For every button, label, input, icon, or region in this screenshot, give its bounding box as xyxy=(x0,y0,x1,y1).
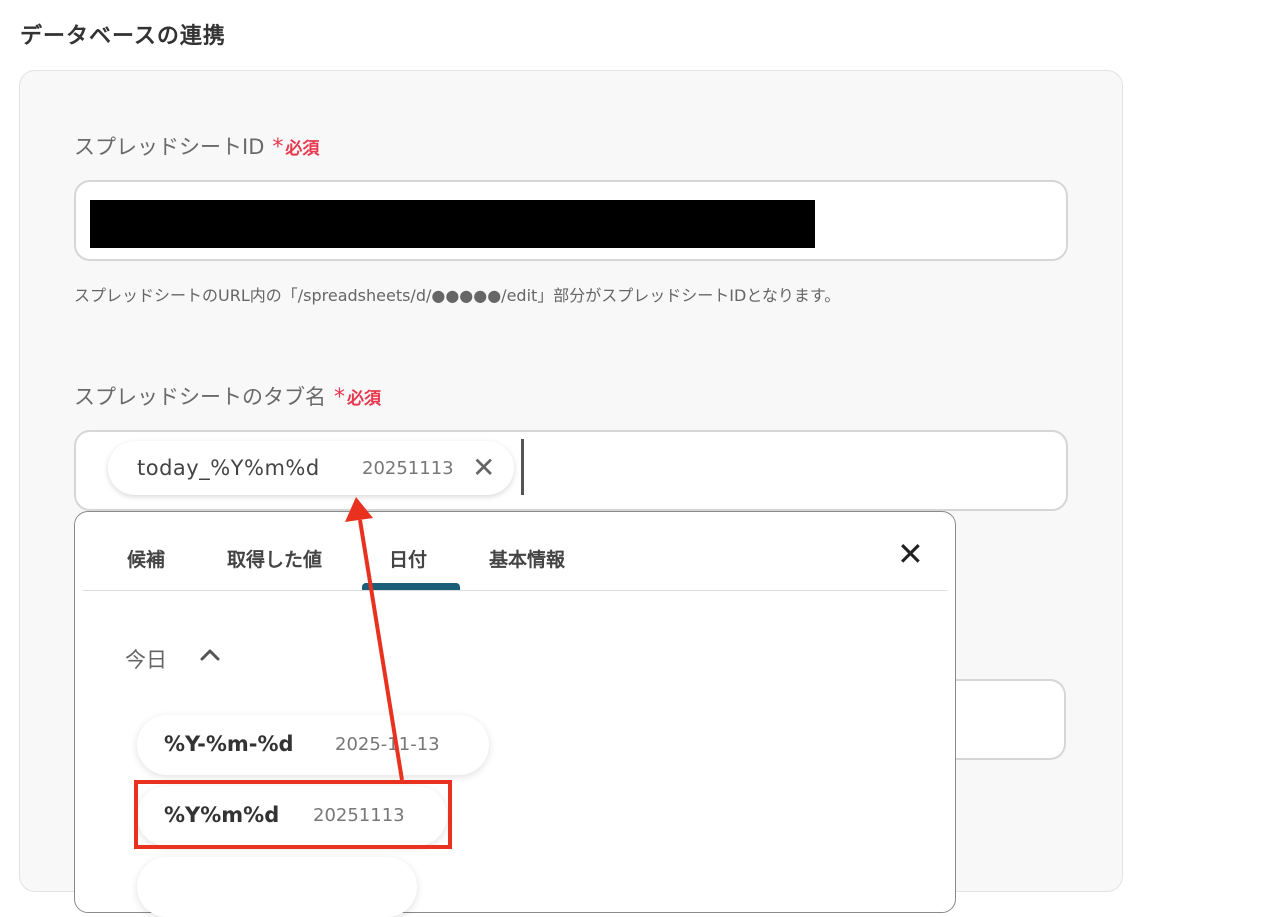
spreadsheet-id-label: スプレッドシートID * 必須 xyxy=(74,131,319,161)
tab-name-label: スプレッドシートのタブ名 * 必須 xyxy=(74,381,381,411)
value-picker-panel: 候補 取得した値 日付 基本情報 ✕ 今日 %Y-%m-%d 2025-11-1… xyxy=(74,511,956,917)
tab-fetched-values[interactable]: 取得した値 xyxy=(227,545,322,572)
tab-divider xyxy=(83,590,947,591)
chip-name: today_%Y%m%d xyxy=(137,456,320,480)
variable-chip[interactable]: today_%Y%m%d 20251113 ✕ xyxy=(108,441,514,495)
date-format-option[interactable]: %Y-%m-%d 2025-11-13 xyxy=(137,715,489,775)
spreadsheet-id-label-text: スプレッドシートID xyxy=(74,135,265,159)
hidden-input-field[interactable] xyxy=(940,679,1066,760)
required-text: 必須 xyxy=(285,139,320,159)
chevron-up-icon[interactable] xyxy=(199,644,221,664)
required-text: 必須 xyxy=(347,389,381,409)
chip-remove-icon[interactable]: ✕ xyxy=(472,451,495,484)
date-format-option-partial[interactable] xyxy=(137,857,417,917)
date-format-option-selected[interactable]: %Y%m%d 20251113 xyxy=(137,786,447,846)
option-name: %Y-%m-%d xyxy=(164,732,294,756)
option-value: 20251113 xyxy=(313,805,405,826)
tab-candidates[interactable]: 候補 xyxy=(127,545,165,572)
tab-date[interactable]: 日付 xyxy=(389,545,427,572)
required-asterisk: * xyxy=(334,385,345,410)
close-icon[interactable]: ✕ xyxy=(897,535,924,573)
redacted-value xyxy=(90,200,815,248)
chip-value: 20251113 xyxy=(362,458,454,479)
section-today[interactable]: 今日 xyxy=(125,644,167,674)
tab-name-label-text: スプレッドシートのタブ名 xyxy=(74,385,326,409)
option-name: %Y%m%d xyxy=(164,803,280,827)
tab-basic-info[interactable]: 基本情報 xyxy=(489,545,565,572)
active-tab-indicator xyxy=(362,583,460,590)
text-cursor xyxy=(521,439,524,495)
spreadsheet-id-help: スプレッドシートのURL内の「/spreadsheets/d/●●●●●/edi… xyxy=(74,286,841,305)
page-title: データベースの連携 xyxy=(20,24,226,49)
option-value: 2025-11-13 xyxy=(335,734,440,755)
required-asterisk: * xyxy=(272,135,284,160)
